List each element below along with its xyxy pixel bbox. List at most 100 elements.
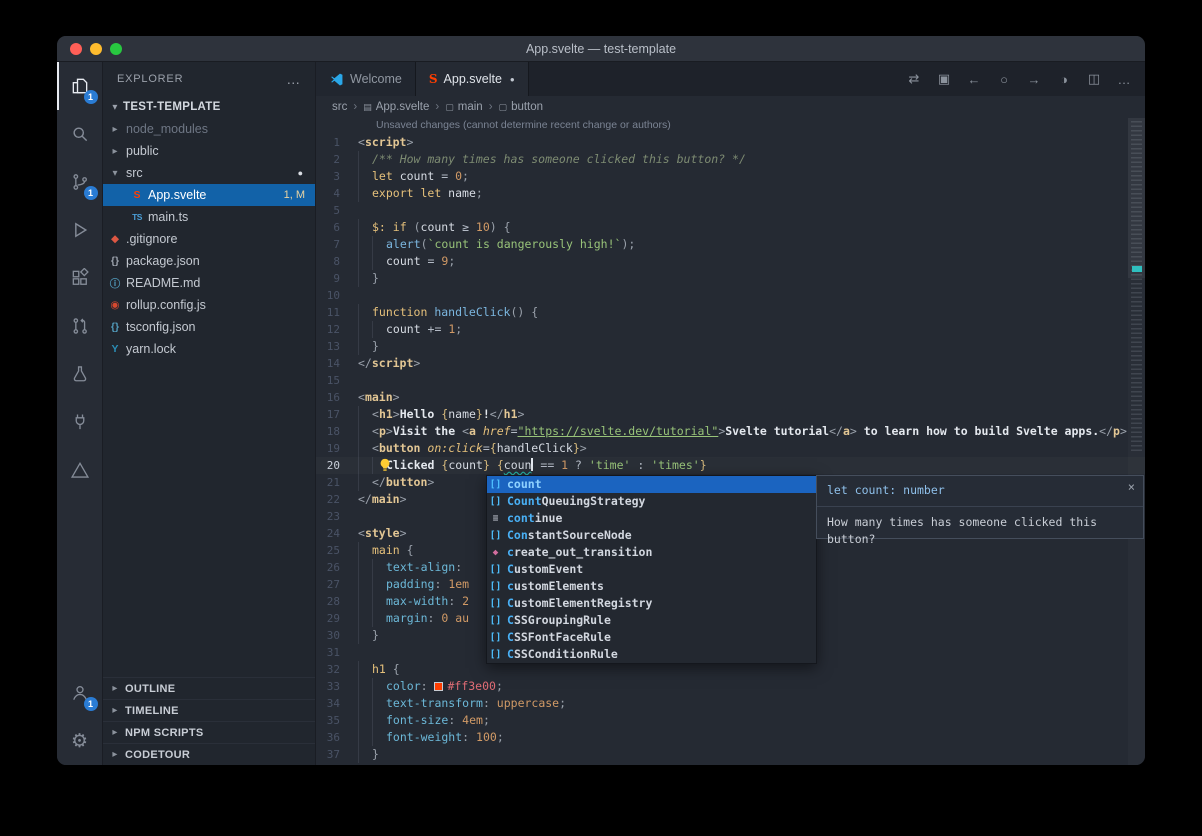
code-line-19[interactable]: 19<button on:click={handleClick}> [316, 440, 1145, 457]
timeline-icon[interactable]: ◑ [1049, 72, 1079, 87]
code-line-13[interactable]: 13} [316, 338, 1145, 355]
activity-source-control[interactable]: 1 [57, 158, 103, 206]
activity-github-pr[interactable] [57, 302, 103, 350]
suggestion-customevent[interactable]: []CustomEvent [487, 561, 816, 578]
code-line-2[interactable]: 2/** How many times has someone clicked … [316, 151, 1145, 168]
suggestion-countqueuingstrategy[interactable]: []CountQueuingStrategy [487, 493, 816, 510]
suggestion-customelementregistry[interactable]: []CustomElementRegistry [487, 595, 816, 612]
zoom-button[interactable] [110, 43, 122, 55]
sidebar-panels: ▸OUTLINE▸TIMELINE▸NPM SCRIPTS▸CODETOUR [103, 677, 315, 765]
suggestion-cssfontfacerule[interactable]: []CSSFontFaceRule [487, 629, 816, 646]
panel-header-outline[interactable]: ▸OUTLINE [103, 677, 315, 699]
breadcrumb: src›▤App.svelte›▢main›▢button [316, 96, 1145, 118]
suggestion-cssgroupingrule[interactable]: []CSSGroupingRule [487, 612, 816, 629]
activity-explorer[interactable]: 1 [57, 62, 103, 110]
tree-item--gitignore[interactable]: ◆.gitignore [103, 228, 315, 250]
code-line-7[interactable]: 7alert(`count is dangerously high!`); [316, 236, 1145, 253]
run-icon[interactable]: ○ [989, 72, 1019, 87]
back-icon[interactable]: ← [959, 72, 989, 87]
code-line-3[interactable]: 3let count = 0; [316, 168, 1145, 185]
breadcrumb-item-app-svelte[interactable]: ▤App.svelte [363, 101, 429, 113]
suggestion-cssconditionrule[interactable]: []CSSConditionRule [487, 646, 816, 663]
code-line-8[interactable]: 8count = 9; [316, 253, 1145, 270]
code-line-1[interactable]: 1<script> [316, 134, 1145, 151]
code-line-20[interactable]: 20Clicked {count} {coun == 1 ? 'time' : … [316, 457, 1145, 474]
code-line-15[interactable]: 15 [316, 372, 1145, 389]
activity-azure[interactable] [57, 446, 103, 494]
tab-app-svelte[interactable]: S App.svelte ● [416, 62, 529, 96]
minimap-slider[interactable] [1128, 118, 1145, 278]
chevron-right-icon: ▸ [107, 727, 123, 738]
code-line-10[interactable]: 10 [316, 287, 1145, 304]
panel-header-timeline[interactable]: ▸TIMELINE [103, 699, 315, 721]
breadcrumb-item-main[interactable]: ▢main [445, 101, 482, 113]
code-line-34[interactable]: 34text-transform: uppercase; [316, 695, 1145, 712]
code-line-35[interactable]: 35font-size: 4em; [316, 712, 1145, 729]
tree-item-src[interactable]: ▾src● [103, 162, 315, 184]
tree-item-node-modules[interactable]: ▸node_modules [103, 118, 315, 140]
workspace-root-header[interactable]: ▾ TEST-TEMPLATE [103, 96, 315, 118]
panel-header-codetour[interactable]: ▸CODETOUR [103, 743, 315, 765]
symbol-variable-icon: [] [487, 578, 504, 595]
split-editor-icon[interactable]: ◫ [1079, 71, 1109, 87]
code-line-6[interactable]: 6$: if (count ≥ 10) { [316, 219, 1145, 236]
activity-accounts[interactable]: 1 [57, 669, 103, 717]
code-line-14[interactable]: 14</script> [316, 355, 1145, 372]
minimize-button[interactable] [90, 43, 102, 55]
codelens[interactable]: Unsaved changes (cannot determine recent… [316, 118, 1145, 134]
tree-item-yarn-lock[interactable]: Yyarn.lock [103, 338, 315, 360]
suggestion-count[interactable]: []count [487, 476, 816, 493]
suggestion-continue[interactable]: ≡continue [487, 510, 816, 527]
tab-welcome[interactable]: Welcome [316, 62, 416, 96]
minimap[interactable] [1128, 118, 1145, 765]
code-line-17[interactable]: 17<h1>Hello {name}!</h1> [316, 406, 1145, 423]
run-debug-icon [70, 220, 90, 240]
activity-search[interactable] [57, 110, 103, 158]
panel-header-npm-scripts[interactable]: ▸NPM SCRIPTS [103, 721, 315, 743]
yarn-file-icon: Y [107, 343, 123, 355]
modified-dot-icon: ● [298, 168, 303, 178]
suggestion-label: CSSGroupingRule [507, 612, 611, 629]
open-changes-icon[interactable]: ▣ [929, 71, 959, 87]
more-actions-icon[interactable]: … [1109, 72, 1139, 87]
suggestion-customelements[interactable]: []customElements [487, 578, 816, 595]
close-icon[interactable]: × [1128, 479, 1135, 496]
source-control-graph-icon[interactable]: ⇄ [899, 71, 929, 87]
close-button[interactable] [70, 43, 82, 55]
tree-item-package-json[interactable]: {}package.json [103, 250, 315, 272]
explorer-sidebar: EXPLORER … ▾ TEST-TEMPLATE ▸node_modules… [103, 62, 316, 765]
suggestion-constantsourcenode[interactable]: []ConstantSourceNode [487, 527, 816, 544]
tree-item-app-svelte[interactable]: SApp.svelte1, M [103, 184, 315, 206]
breadcrumb-item-src[interactable]: src [332, 101, 347, 113]
code-line-18[interactable]: 18<p>Visit the <a href="https://svelte.d… [316, 423, 1145, 440]
lightbulb-icon[interactable] [378, 458, 392, 477]
explorer-badge: 1 [84, 90, 98, 104]
tree-item-rollup-config-js[interactable]: ◉rollup.config.js [103, 294, 315, 316]
activity-remote[interactable] [57, 398, 103, 446]
tree-item-readme-md[interactable]: ⓘREADME.md [103, 272, 315, 294]
symbol-variable-icon: [] [487, 646, 504, 663]
symbol-keyword-icon: ≡ [487, 510, 504, 527]
tree-item-main-ts[interactable]: TSmain.ts [103, 206, 315, 228]
tree-item-tsconfig-json[interactable]: {}tsconfig.json [103, 316, 315, 338]
code-line-33[interactable]: 33color: #ff3e00; [316, 678, 1145, 695]
tree-item-public[interactable]: ▸public [103, 140, 315, 162]
code-line-37[interactable]: 37} [316, 746, 1145, 763]
suggestion-create-out-transition[interactable]: ◆create_out_transition [487, 544, 816, 561]
code-line-36[interactable]: 36font-weight: 100; [316, 729, 1145, 746]
activity-test[interactable] [57, 350, 103, 398]
code-line-9[interactable]: 9} [316, 270, 1145, 287]
code-line-11[interactable]: 11function handleClick() { [316, 304, 1145, 321]
line-number: 4 [316, 185, 358, 202]
activity-settings[interactable]: ⚙ [57, 717, 103, 765]
forward-icon[interactable]: → [1019, 72, 1049, 87]
activity-run-debug[interactable] [57, 206, 103, 254]
code-line-4[interactable]: 4export let name; [316, 185, 1145, 202]
activity-extensions[interactable] [57, 254, 103, 302]
more-actions-icon[interactable]: … [286, 71, 301, 87]
scm-badge: 1 [84, 186, 98, 200]
code-line-16[interactable]: 16<main> [316, 389, 1145, 406]
code-line-12[interactable]: 12count += 1; [316, 321, 1145, 338]
code-line-5[interactable]: 5 [316, 202, 1145, 219]
breadcrumb-item-button[interactable]: ▢button [499, 101, 544, 113]
